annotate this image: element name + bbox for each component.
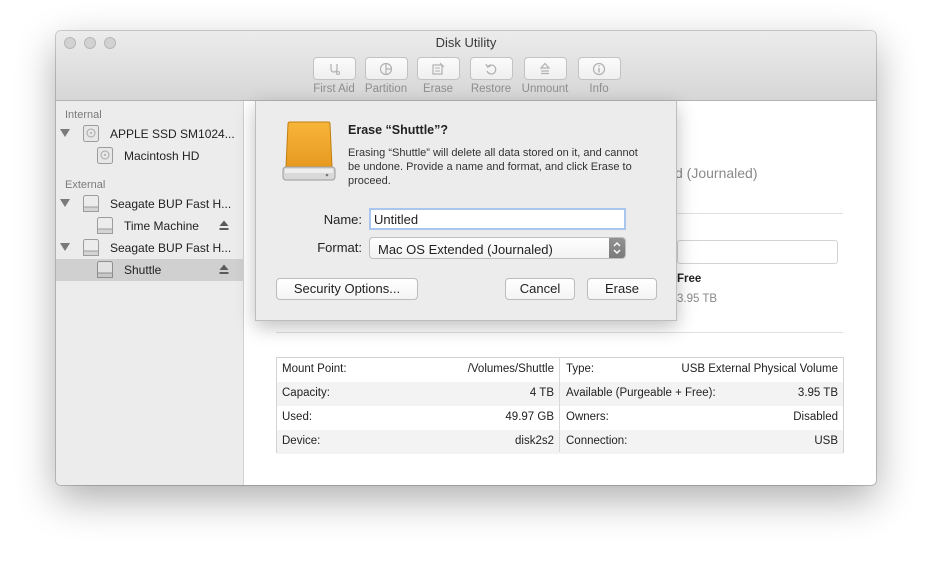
sidebar-item-label: Macintosh HD [124, 149, 200, 163]
table-row: Device: disk2s2 Connection: USB [277, 430, 843, 454]
used-label: Used: [282, 411, 313, 423]
info-button[interactable] [577, 57, 621, 80]
toolbar-restore[interactable]: Restore [461, 57, 521, 95]
name-input[interactable] [369, 208, 626, 230]
security-options-button[interactable]: Security Options... [276, 278, 418, 300]
toolbar-info[interactable]: Info [569, 57, 629, 95]
owners-label: Owners: [566, 411, 609, 423]
restore-label: Restore [470, 83, 512, 95]
sidebar-item-seagate-2[interactable]: Seagate BUP Fast H... [56, 237, 243, 259]
owners-value: Disabled [793, 411, 838, 423]
erase-sheet: Erase “Shuttle”? Erasing “Shuttle” will … [255, 101, 677, 321]
erase-icon [432, 62, 445, 75]
device-label: Device: [282, 435, 321, 447]
disclosure-triangle-icon[interactable] [60, 129, 70, 137]
titlebar: Disk Utility First Aid Partition Erase R… [56, 31, 876, 101]
first-aid-label: First Aid [313, 83, 355, 95]
erase-label: Erase [422, 83, 454, 95]
partition-icon [379, 62, 393, 75]
volume-icon [97, 147, 113, 164]
used-value: 49.97 GB [505, 411, 554, 423]
sidebar-item-label: Seagate BUP Fast H... [110, 197, 232, 211]
available-label: Available (Purgeable + Free): [566, 387, 716, 399]
volume-format-text: d (Journaled) [675, 165, 758, 181]
external-drive-icon [83, 239, 99, 256]
sidebar-item-shuttle[interactable]: Shuttle [56, 259, 243, 281]
free-label: Free [677, 273, 702, 285]
info-icon [592, 62, 606, 75]
info-label: Info [589, 83, 609, 95]
sidebar-item-label: Shuttle [124, 263, 162, 277]
toolbar-partition[interactable]: Partition [356, 57, 416, 95]
dialog-message: Erasing “Shuttle” will delete all data s… [348, 147, 638, 187]
toolbar-unmount[interactable]: Unmount [515, 57, 575, 95]
external-drive-icon [83, 195, 99, 212]
sidebar: Internal APPLE SSD SM1024... Macintosh H… [56, 101, 244, 485]
type-label: Type: [566, 363, 595, 375]
sidebar-section-internal: Internal [65, 109, 102, 121]
partition-label: Partition [364, 83, 408, 95]
disclosure-triangle-icon[interactable] [60, 199, 70, 207]
table-row: Mount Point: /Volumes/Shuttle Type: USB … [277, 358, 843, 382]
unmount-label: Unmount [521, 83, 569, 95]
sidebar-item-time-machine[interactable]: Time Machine [56, 215, 243, 237]
capacity-label: Capacity: [282, 387, 330, 399]
sidebar-item-apple-ssd[interactable]: APPLE SSD SM1024... [56, 123, 243, 145]
divider [677, 213, 843, 214]
external-volume-icon [97, 261, 113, 278]
name-label: Name: [323, 212, 362, 227]
eject-icon[interactable] [219, 264, 229, 275]
format-label: Format: [317, 240, 362, 255]
volume-info-table: Mount Point: /Volumes/Shuttle Type: USB … [276, 357, 844, 454]
partition-button[interactable] [364, 57, 408, 80]
sidebar-item-label: Seagate BUP Fast H... [110, 241, 232, 255]
available-value: 3.95 TB [797, 387, 838, 399]
external-drive-icon [282, 121, 336, 181]
restore-icon [485, 63, 497, 75]
table-row: Capacity: 4 TB Available (Purgeable + Fr… [277, 382, 843, 406]
toolbar-erase[interactable]: Erase [408, 57, 468, 95]
disclosure-triangle-icon[interactable] [60, 243, 70, 251]
stethoscope-icon [330, 63, 341, 75]
divider [276, 332, 843, 333]
type-value: USB External Physical Volume [681, 363, 838, 375]
external-volume-icon [97, 217, 113, 234]
unmount-button[interactable] [523, 57, 567, 80]
sidebar-item-label: Time Machine [124, 219, 199, 233]
unmount-icon [539, 62, 551, 74]
restore-button[interactable] [469, 57, 513, 80]
erase-button[interactable]: Erase [587, 278, 657, 300]
chevron-updown-icon [609, 238, 625, 258]
connection-value: USB [814, 435, 838, 447]
erase-toolbar-button[interactable] [416, 57, 460, 80]
free-value: 3.95 TB [677, 293, 718, 305]
first-aid-button[interactable] [312, 57, 356, 80]
format-select[interactable]: Mac OS Extended (Journaled) [369, 237, 626, 259]
sidebar-item-label: APPLE SSD SM1024... [110, 127, 235, 141]
format-select-value: Mac OS Extended (Journaled) [378, 242, 553, 257]
eject-icon[interactable] [219, 220, 229, 231]
dialog-title: Erase “Shuttle”? [348, 123, 449, 137]
connection-label: Connection: [566, 435, 628, 447]
mount-point-value: /Volumes/Shuttle [467, 363, 554, 375]
mount-point-label: Mount Point: [282, 363, 347, 375]
sidebar-item-seagate-1[interactable]: Seagate BUP Fast H... [56, 193, 243, 215]
window-title: Disk Utility [435, 35, 497, 50]
column-divider [559, 358, 560, 452]
cancel-button[interactable]: Cancel [505, 278, 575, 300]
sidebar-section-external: External [65, 179, 106, 191]
table-row: Used: 49.97 GB Owners: Disabled [277, 406, 843, 430]
internal-drive-icon [83, 125, 99, 142]
toolbar-first-aid[interactable]: First Aid [304, 57, 364, 95]
sidebar-item-macintosh-hd[interactable]: Macintosh HD [56, 145, 243, 167]
capacity-value: 4 TB [529, 387, 554, 399]
usage-bar [677, 240, 838, 264]
device-value: disk2s2 [515, 435, 554, 447]
